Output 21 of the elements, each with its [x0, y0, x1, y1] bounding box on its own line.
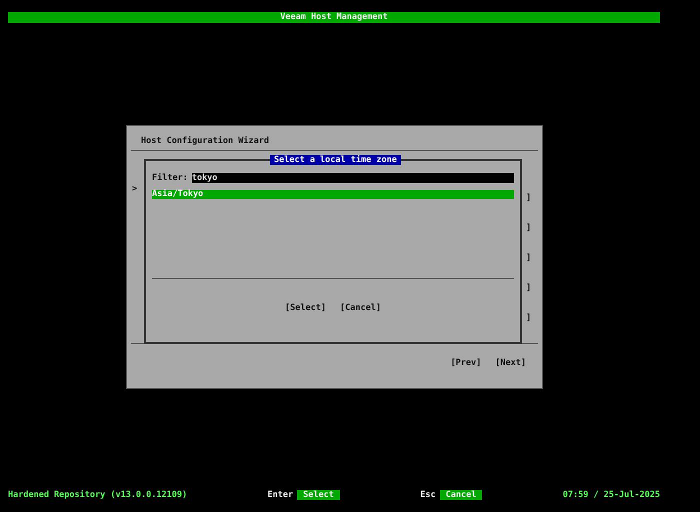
filter-field[interactable]: tokyo [192, 173, 514, 183]
key-label: Esc [420, 490, 436, 500]
dialog-title: Host Configuration Wizard [140, 135, 270, 148]
filter-label: Filter: [152, 173, 188, 183]
wizard-button[interactable]: [Prev] [450, 358, 482, 368]
key-label: Enter [268, 490, 294, 500]
date-time: 07:59 / 25-Jul-2025 [562, 490, 660, 500]
cursor-marker: > [132, 184, 138, 194]
bracket-mark: ] [526, 313, 532, 323]
title-bar: Veeam Host Management [8, 12, 660, 23]
dialog-button[interactable]: [Cancel] [340, 303, 381, 313]
key-action: Select [297, 490, 340, 500]
bracket-mark: ] [526, 223, 532, 233]
bracket-mark: ] [526, 193, 532, 203]
dialog-button[interactable]: [Select] [285, 303, 326, 313]
bracket-mark: ] [526, 283, 532, 293]
panel-title: Select a local time zone [270, 155, 401, 165]
wizard-button[interactable]: [Next] [495, 358, 526, 368]
bracket-mark: ] [526, 253, 532, 263]
product-version: Hardened Repository (v13.0.0.12109) [8, 490, 188, 500]
key-action: Cancel [440, 490, 482, 500]
